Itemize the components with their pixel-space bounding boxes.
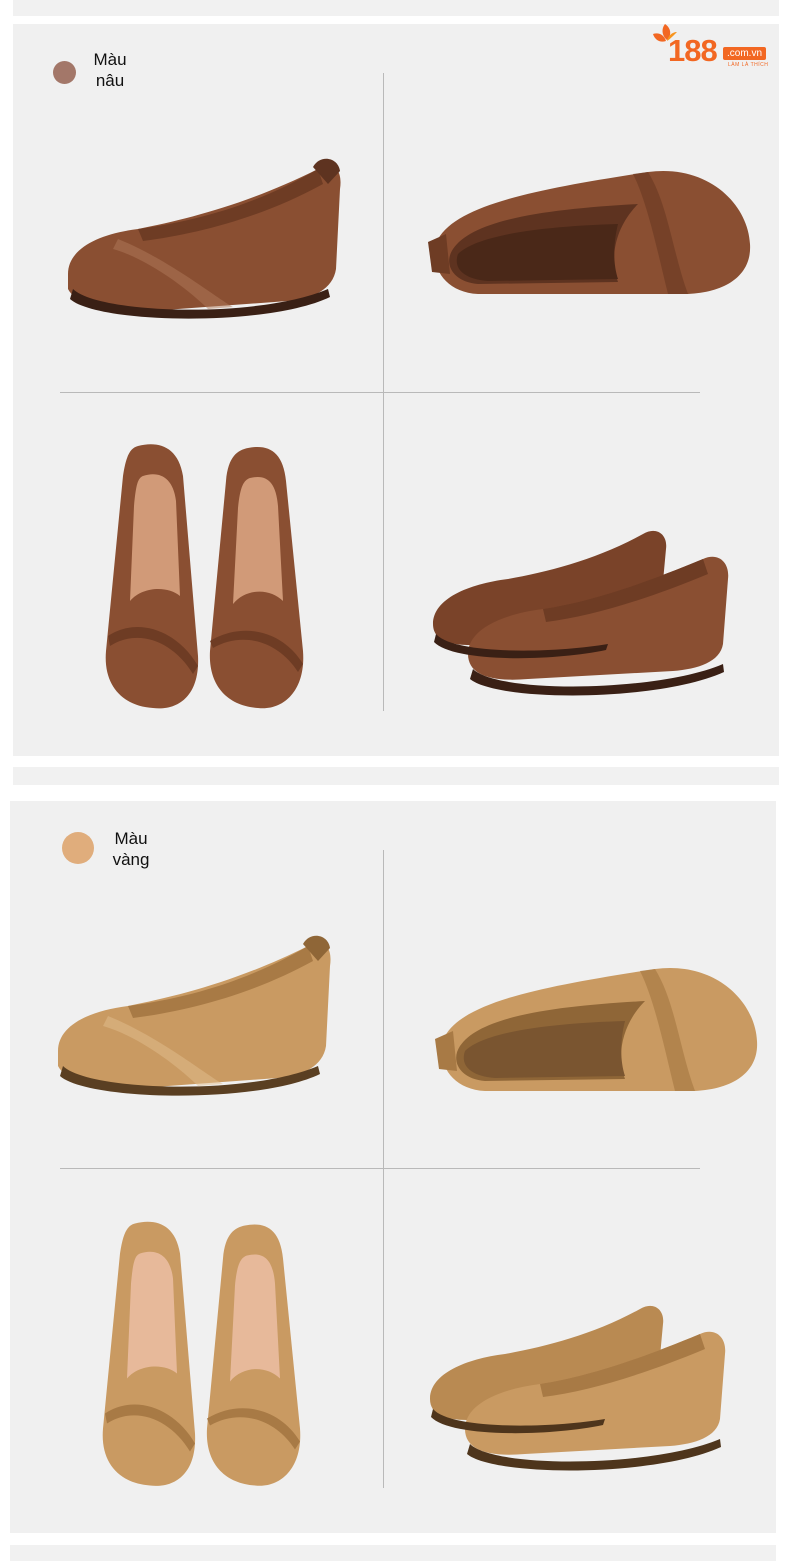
color-label-tan: Màu vàng xyxy=(98,828,164,870)
shoe-pair-top-view-image xyxy=(102,1221,301,1486)
shoe-inside-view-image xyxy=(428,170,751,294)
color-label-brown: Màu nâu xyxy=(77,49,143,91)
grid-divider-horizontal xyxy=(60,392,700,393)
color-swatch-tan xyxy=(62,832,94,864)
shoe-inside-view-image xyxy=(435,967,758,1091)
shoe-pair-angled-view-image xyxy=(433,530,729,696)
top-strip xyxy=(13,0,779,16)
color-panel-brown: Màu nâu xyxy=(13,24,779,756)
color-swatch-brown xyxy=(53,61,76,84)
label-line-2: vàng xyxy=(112,850,150,869)
label-line-2: nâu xyxy=(95,71,125,90)
logo-domain: .com.vn xyxy=(723,47,767,60)
shoe-side-view-image xyxy=(68,158,341,319)
label-line-1: Màu xyxy=(114,829,148,848)
logo-number: 188 xyxy=(668,33,718,68)
shoe-pair-angled-view-image xyxy=(430,1305,726,1471)
label-line-1: Màu xyxy=(93,50,127,69)
shoe-side-view-image xyxy=(58,935,331,1096)
shoe-pair-top-view-image xyxy=(105,444,304,709)
bottom-strip xyxy=(10,1545,776,1561)
logo-slogan: LÀM LÀ THÍCH xyxy=(728,62,769,68)
brand-logo[interactable]: 188 .com.vn LÀM LÀ THÍCH xyxy=(650,22,775,72)
color-panel-tan: Màu vàng xyxy=(10,801,776,1533)
middle-strip xyxy=(13,767,779,785)
grid-divider-horizontal xyxy=(60,1168,700,1169)
grid-divider-vertical xyxy=(383,850,384,1488)
